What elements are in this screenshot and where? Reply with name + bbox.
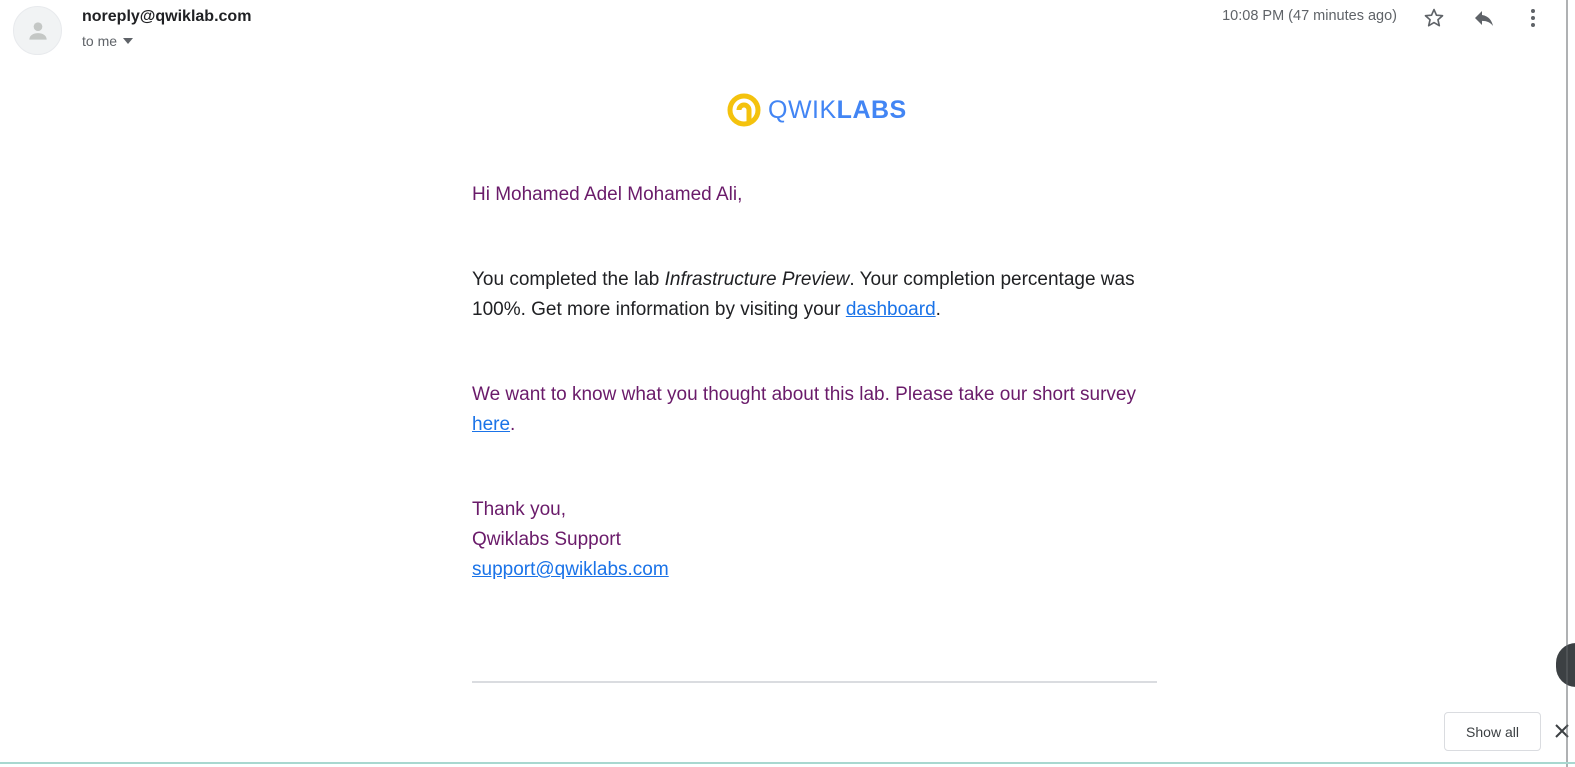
- signoff: Thank you,: [472, 499, 566, 520]
- message-timestamp: 10:08 PM (47 minutes ago): [1222, 8, 1397, 24]
- sender-email[interactable]: noreply@qwiklab.com: [82, 8, 251, 26]
- survey-text: We want to know what you thought about t…: [472, 384, 1136, 405]
- person-icon: [28, 21, 47, 40]
- dashboard-link[interactable]: dashboard: [846, 299, 936, 320]
- survey-paragraph: We want to know what you thought about t…: [472, 380, 1152, 440]
- lab-name: Infrastructure Preview: [664, 269, 850, 290]
- greeting: Hi Mohamed Adel Mohamed Ali,: [472, 184, 743, 205]
- support-email-link[interactable]: support@qwiklabs.com: [472, 559, 669, 580]
- footer-divider: [472, 681, 1157, 683]
- logo-text-qwik: QWIK: [768, 95, 837, 124]
- reply-button[interactable]: [1471, 5, 1497, 31]
- window-edge: [1566, 0, 1568, 767]
- close-downloads-button[interactable]: [1553, 722, 1571, 740]
- bottom-border: [0, 762, 1575, 764]
- star-icon: [1424, 8, 1444, 27]
- qwiklabs-ring-icon: [727, 93, 761, 127]
- more-vert-icon: [1531, 9, 1535, 27]
- email-body: Hi Mohamed Adel Mohamed Ali, You complet…: [472, 180, 1152, 585]
- more-options-button[interactable]: [1520, 5, 1546, 31]
- team-name: Qwiklabs Support: [472, 529, 621, 550]
- star-button[interactable]: [1421, 5, 1447, 31]
- reply-icon: [1475, 11, 1493, 26]
- qwiklabs-logo: QWIKLABS: [726, 92, 907, 128]
- avatar: [13, 6, 62, 55]
- recipient-label: to me: [82, 33, 118, 49]
- completion-text-start: You completed the lab: [472, 269, 665, 290]
- completion-period: .: [935, 299, 941, 320]
- logo-text-labs: LABS: [836, 95, 907, 124]
- survey-link[interactable]: here: [472, 414, 510, 435]
- caret-down-icon: [123, 38, 134, 44]
- completion-paragraph: You completed the lab Infrastructure Pre…: [472, 265, 1152, 325]
- recipient-details-toggle[interactable]: to me: [82, 33, 134, 49]
- show-all-button[interactable]: Show all: [1444, 712, 1541, 751]
- survey-period: .: [510, 414, 516, 435]
